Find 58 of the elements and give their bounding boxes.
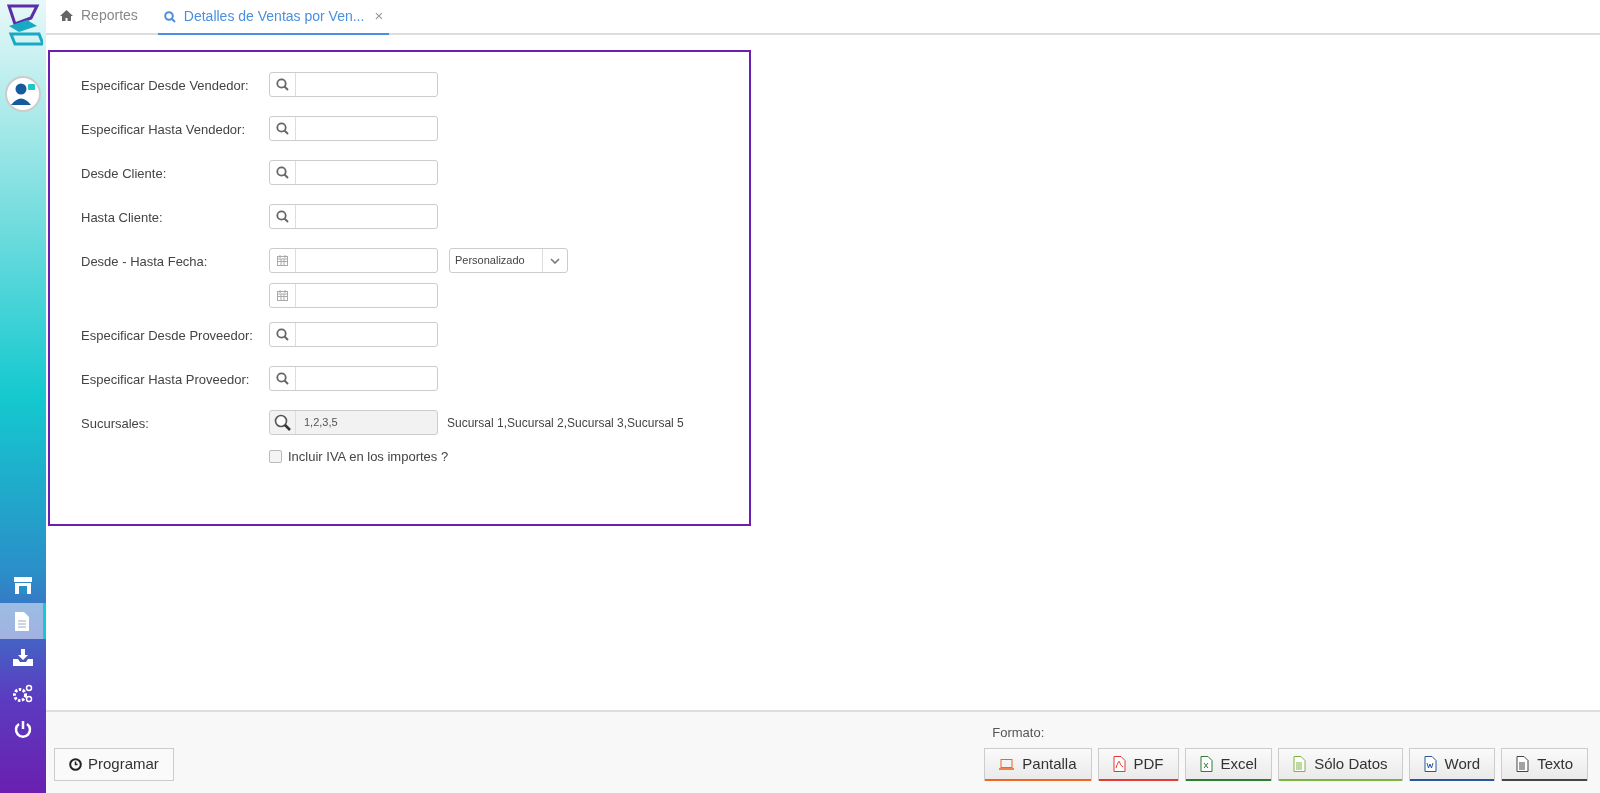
field-label: Especificar Hasta Proveedor:	[81, 371, 251, 389]
format-button[interactable]: Excel	[1184, 748, 1273, 781]
tab[interactable]: Reportes	[54, 0, 144, 33]
checkbox-label: Incluir IVA en los importes ?	[288, 448, 449, 466]
power-icon	[14, 719, 32, 739]
field-label: Sucursales:	[81, 415, 150, 433]
input-field[interactable]: 1,2,3,5	[269, 410, 438, 435]
download-icon	[13, 648, 33, 666]
input-field[interactable]	[269, 72, 438, 97]
checkbox[interactable]	[269, 450, 282, 464]
field-label: Desde Cliente:	[81, 165, 168, 183]
home-icon	[60, 10, 73, 21]
format-label: Formato:	[991, 723, 1046, 742]
file-icon	[1516, 756, 1530, 772]
chevron-down-icon	[550, 257, 560, 264]
input-field[interactable]	[269, 322, 438, 347]
input-field[interactable]	[269, 116, 438, 141]
gears-icon	[13, 683, 33, 703]
format-button[interactable]: Texto	[1501, 748, 1588, 781]
input-field[interactable]	[269, 248, 438, 273]
search-icon	[276, 328, 289, 341]
field-label: Especificar Desde Vendedor:	[81, 77, 250, 95]
user-icon	[10, 82, 36, 106]
search-icon	[163, 10, 176, 23]
format-button[interactable]: Pantalla	[984, 748, 1092, 781]
store-icon	[13, 576, 33, 594]
search-icon	[276, 122, 289, 135]
schedule-button[interactable]: Programar	[54, 748, 174, 781]
search-icon	[276, 210, 289, 223]
branches-description: Sucursal 1,Sucursal 2,Sucursal 3,Sucursal 5	[447, 415, 684, 432]
format-button[interactable]: Word	[1408, 748, 1496, 781]
user-avatar[interactable]	[5, 76, 41, 112]
input-field[interactable]	[269, 366, 438, 391]
laptop-icon	[999, 758, 1015, 770]
format-button[interactable]: PDF	[1097, 748, 1179, 781]
clock-icon	[69, 758, 82, 771]
format-button[interactable]: Sólo Datos	[1278, 748, 1403, 781]
file-icon	[1293, 756, 1307, 772]
field-label: Desde - Hasta Fecha:	[81, 253, 209, 271]
file-icon	[1423, 756, 1437, 772]
search-icon	[276, 372, 289, 385]
input-field[interactable]	[269, 204, 438, 229]
input-field[interactable]	[269, 160, 438, 185]
tab-label: Reportes	[81, 6, 138, 25]
calendar-icon	[277, 255, 288, 266]
file-icon	[1199, 756, 1213, 772]
tab-label: Detalles de Ventas por Ven...	[183, 7, 365, 26]
search-icon	[276, 78, 289, 91]
search-icon	[276, 166, 289, 179]
document-icon	[13, 611, 30, 631]
calendar-icon	[277, 290, 288, 301]
file-icon	[1112, 756, 1126, 772]
input-field[interactable]	[269, 283, 438, 308]
field-label: Especificar Desde Proveedor:	[81, 327, 254, 345]
preset-dropdown[interactable]: Personalizado	[449, 248, 568, 273]
field-label: Especificar Hasta Vendedor:	[81, 121, 247, 139]
lookup-icon	[273, 414, 292, 431]
field-label: Hasta Cliente:	[81, 209, 164, 227]
